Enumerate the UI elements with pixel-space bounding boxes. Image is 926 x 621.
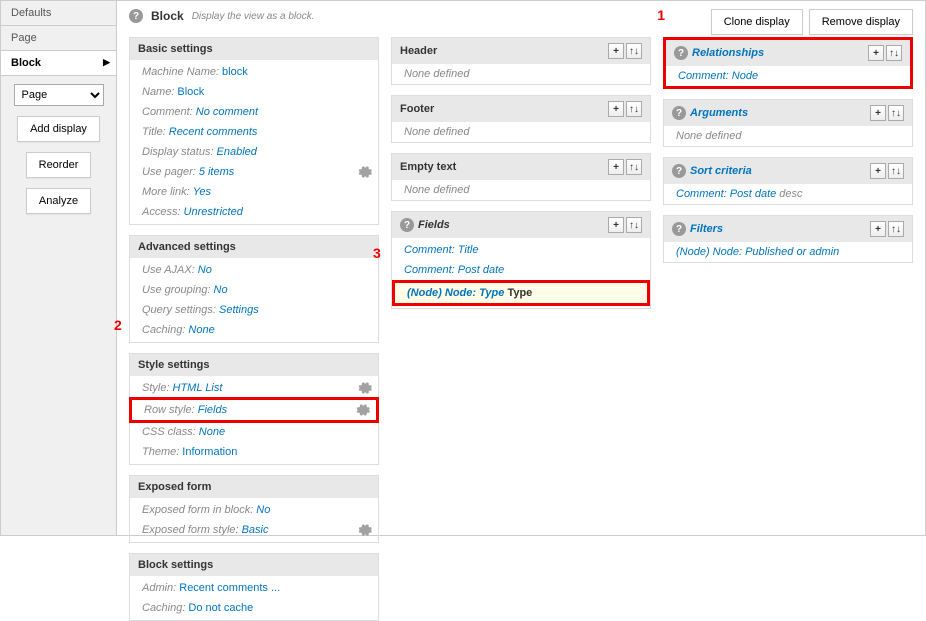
help-icon: ? bbox=[672, 164, 686, 178]
none-defined: None defined bbox=[392, 180, 650, 200]
relationship-comment-node[interactable]: Comment: Node bbox=[678, 68, 758, 84]
tab-page[interactable]: Page bbox=[1, 26, 116, 51]
name-link[interactable]: Block bbox=[177, 84, 204, 100]
add-button[interactable]: + bbox=[608, 217, 624, 233]
comment-link[interactable]: No comment bbox=[196, 104, 258, 120]
annotation-3: 3 bbox=[373, 245, 381, 261]
tab-defaults[interactable]: Defaults bbox=[1, 1, 116, 26]
rearrange-button[interactable]: ↑↓ bbox=[626, 217, 642, 233]
more-link[interactable]: Yes bbox=[193, 184, 211, 200]
annotation-2: 2 bbox=[114, 317, 122, 333]
query-settings-link[interactable]: Settings bbox=[219, 302, 259, 318]
remove-display-button[interactable]: Remove display bbox=[809, 9, 913, 35]
main-panel: ? Block Display the view as a block. Bas… bbox=[117, 1, 925, 535]
reorder-button[interactable]: Reorder bbox=[26, 152, 92, 178]
theme-link[interactable]: Information bbox=[182, 444, 237, 460]
header-section: Header+↑↓ None defined bbox=[391, 37, 651, 85]
display-title: Block bbox=[151, 9, 184, 23]
add-button[interactable]: + bbox=[868, 45, 884, 61]
add-button[interactable]: + bbox=[608, 101, 624, 117]
advanced-settings-section: Advanced settings Use AJAX:No Use groupi… bbox=[129, 235, 379, 343]
access-link[interactable]: Unrestricted bbox=[184, 204, 243, 220]
gear-icon[interactable] bbox=[358, 523, 372, 537]
row-style-row: Row style:Fields bbox=[129, 397, 379, 423]
rearrange-button[interactable]: ↑↓ bbox=[626, 159, 642, 175]
display-status-link[interactable]: Enabled bbox=[217, 144, 257, 160]
empty-text-section: Empty text+↑↓ None defined bbox=[391, 153, 651, 201]
help-icon: ? bbox=[672, 106, 686, 120]
relationships-section: ?Relationships+↑↓ Comment: Node bbox=[663, 37, 913, 89]
sort-criteria-section: ?Sort criteria+↑↓ Comment: Post date des… bbox=[663, 157, 913, 205]
gear-icon[interactable] bbox=[358, 165, 372, 179]
help-icon: ? bbox=[674, 46, 688, 60]
field-node-type-link[interactable]: (Node) Node: Type bbox=[407, 287, 504, 299]
grouping-link[interactable]: No bbox=[214, 282, 228, 298]
display-description: Display the view as a block. bbox=[192, 11, 315, 22]
display-type-select[interactable]: Page bbox=[14, 84, 104, 106]
help-icon: ? bbox=[129, 9, 143, 23]
display-tabs: Defaults Page Block Page Add display Reo… bbox=[1, 1, 117, 535]
exposed-in-block-link[interactable]: No bbox=[256, 502, 270, 518]
style-link[interactable]: HTML List bbox=[173, 380, 223, 396]
gear-icon[interactable] bbox=[358, 381, 372, 395]
filter-node-published[interactable]: (Node) Node: Published or admin bbox=[676, 244, 839, 260]
none-defined: None defined bbox=[664, 126, 912, 146]
add-button[interactable]: + bbox=[608, 43, 624, 59]
none-defined: None defined bbox=[392, 64, 650, 84]
clone-display-button[interactable]: Clone display bbox=[711, 9, 803, 35]
add-button[interactable]: + bbox=[870, 221, 886, 237]
block-settings-section: Block settings Admin:Recent comments ...… bbox=[129, 553, 379, 621]
field-comment-post-date[interactable]: Comment: Post date bbox=[404, 262, 504, 278]
rearrange-button[interactable]: ↑↓ bbox=[888, 163, 904, 179]
filters-section: ?Filters+↑↓ (Node) Node: Published or ad… bbox=[663, 215, 913, 263]
annotation-1: 1 bbox=[657, 7, 665, 23]
block-caching-link[interactable]: Do not cache bbox=[188, 600, 253, 616]
machine-name-link[interactable]: block bbox=[222, 64, 248, 80]
add-button[interactable]: + bbox=[608, 159, 624, 175]
basic-settings-section: Basic settings Machine Name:block Name:B… bbox=[129, 37, 379, 225]
help-icon: ? bbox=[400, 218, 414, 232]
fields-section: ?Fields+↑↓ Comment: Title Comment: Post … bbox=[391, 211, 651, 309]
arguments-section: ?Arguments+↑↓ None defined bbox=[663, 99, 913, 147]
gear-icon[interactable] bbox=[356, 403, 370, 417]
style-settings-section: Style settings Style:HTML List Row style… bbox=[129, 353, 379, 465]
ajax-link[interactable]: No bbox=[198, 262, 212, 278]
exposed-form-section: Exposed form Exposed form in block:No Ex… bbox=[129, 475, 379, 543]
block-admin-link[interactable]: Recent comments ... bbox=[179, 580, 280, 596]
add-button[interactable]: + bbox=[870, 105, 886, 121]
rearrange-button[interactable]: ↑↓ bbox=[888, 221, 904, 237]
add-display-button[interactable]: Add display bbox=[17, 116, 100, 142]
analyze-button[interactable]: Analyze bbox=[26, 188, 91, 214]
rearrange-button[interactable]: ↑↓ bbox=[626, 43, 642, 59]
css-class-link[interactable]: None bbox=[199, 424, 225, 440]
help-icon: ? bbox=[672, 222, 686, 236]
pager-link[interactable]: 5 items bbox=[199, 164, 234, 180]
footer-section: Footer+↑↓ None defined bbox=[391, 95, 651, 143]
row-style-link[interactable]: Fields bbox=[198, 402, 227, 418]
field-comment-title[interactable]: Comment: Title bbox=[404, 242, 478, 258]
title-link[interactable]: Recent comments bbox=[169, 124, 258, 140]
add-button[interactable]: + bbox=[870, 163, 886, 179]
rearrange-button[interactable]: ↑↓ bbox=[626, 101, 642, 117]
field-node-type-row: (Node) Node: Type Type bbox=[392, 280, 650, 306]
sort-post-date[interactable]: Comment: Post date bbox=[676, 186, 776, 202]
caching-link[interactable]: None bbox=[188, 322, 214, 338]
rearrange-button[interactable]: ↑↓ bbox=[888, 105, 904, 121]
tab-block[interactable]: Block bbox=[1, 51, 116, 76]
none-defined: None defined bbox=[392, 122, 650, 142]
rearrange-button[interactable]: ↑↓ bbox=[886, 45, 902, 61]
